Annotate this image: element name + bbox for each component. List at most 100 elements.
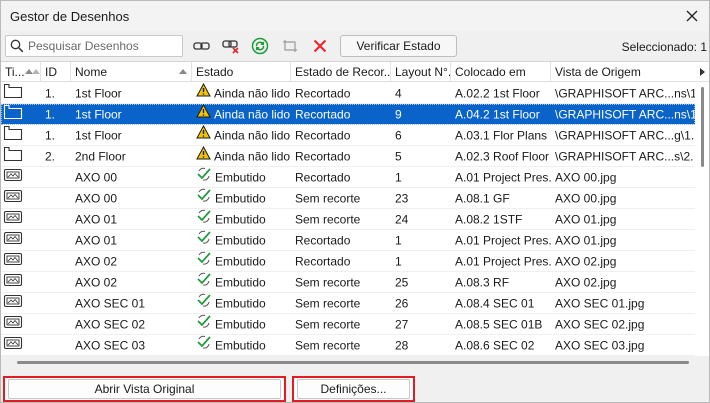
col-header-crop-status[interactable]: Estado de Recor... — [291, 62, 391, 82]
cell-status: Embutido — [192, 293, 291, 314]
col-header-id[interactable]: ID — [41, 62, 71, 82]
cell-id — [41, 335, 71, 356]
cell-name: AXO SEC 02 — [75, 317, 146, 332]
table-row[interactable]: AXO 01 Embutido Recortado 1 A.01 Project Pre… — [1, 230, 695, 251]
cell-layout: 27 — [395, 317, 409, 332]
cell-status: Embutido — [192, 272, 291, 293]
cell-type — [1, 83, 41, 104]
image-file-icon — [3, 335, 23, 356]
cell-source: \GRAPHISOFT ARC...ns\1. 1s — [555, 86, 695, 101]
table-row[interactable]: AXO 00 Embutido Recortado 1 A.01 Project Pre… — [1, 167, 695, 188]
search-input[interactable] — [28, 39, 178, 53]
window-title: Gestor de Desenhos — [10, 9, 130, 24]
cell-id — [41, 209, 71, 230]
cell-layout: 6 — [395, 128, 402, 143]
embedded-check-icon — [196, 251, 212, 272]
horizontal-scrollbar[interactable] — [1, 356, 709, 368]
table-row[interactable]: AXO SEC 03 Embutido Sem recorte 28 A.08.6 SE… — [1, 335, 695, 356]
vertical-scroll-thumb[interactable] — [701, 87, 704, 167]
table-row[interactable]: 1. 1st Floor Ainda não lido Recortado 4 A.02.… — [1, 83, 695, 104]
cell-placed: A.08.6 SEC 02 — [455, 338, 535, 353]
cell-crop: Recortado — [295, 86, 351, 101]
folder-view-icon — [3, 83, 23, 104]
cell-placed: A.02.2 1st Floor — [455, 86, 540, 101]
cell-id — [41, 314, 71, 335]
delete-button[interactable] — [310, 36, 330, 56]
cell-name: 1st Floor — [75, 86, 122, 101]
cell-layout: 28 — [395, 338, 409, 353]
col-header-placed-in[interactable]: Colocado em — [451, 62, 551, 82]
cell-status: Embutido — [192, 251, 291, 272]
close-icon — [686, 10, 698, 22]
cell-source: AXO 00.jpg — [555, 191, 617, 206]
verify-status-button[interactable]: Verificar Estado — [340, 35, 457, 57]
folder-view-icon — [3, 146, 23, 167]
cell-crop: Sem recorte — [295, 296, 361, 311]
cell-placed: A.08.3 RF — [455, 275, 510, 290]
cell-crop: Sem recorte — [295, 275, 361, 290]
unlink-button[interactable] — [221, 36, 241, 56]
cell-type — [1, 230, 41, 251]
table-row[interactable]: 1. 1st Floor Ainda não lido Recortado 9 A.04.… — [1, 104, 695, 125]
cell-type — [1, 293, 41, 314]
cell-crop: Recortado — [295, 128, 351, 143]
cell-id: 1. — [45, 128, 56, 143]
image-file-icon — [3, 167, 23, 188]
refresh-button[interactable] — [250, 36, 270, 56]
cell-type — [1, 104, 41, 125]
embedded-check-icon — [196, 209, 212, 230]
table-row[interactable]: AXO 00 Embutido Sem recorte 23 A.08.1 GF AXO … — [1, 188, 695, 209]
cell-status: Embutido — [192, 335, 291, 356]
cell-id — [41, 293, 71, 314]
vertical-scrollbar[interactable] — [695, 83, 709, 356]
folder-view-icon — [3, 104, 23, 125]
cell-type — [1, 314, 41, 335]
table-row[interactable]: AXO 02 Embutido Recortado 1 A.01 Project Pre… — [1, 251, 695, 272]
table-body: 1. 1st Floor Ainda não lido Recortado 4 A.02.… — [1, 83, 695, 356]
cell-name: AXO 00 — [75, 191, 118, 206]
settings-button[interactable]: Definições... — [292, 376, 415, 402]
cell-id: 2. — [45, 149, 56, 164]
close-button[interactable] — [681, 5, 703, 27]
cell-source: \GRAPHISOFT ARC...s\2. 2nd — [555, 149, 695, 164]
cell-id — [41, 167, 71, 188]
cell-status: Ainda não lido — [192, 83, 291, 104]
cell-id — [41, 230, 71, 251]
warning-icon — [196, 83, 211, 104]
col-header-name[interactable]: Nome — [71, 62, 192, 82]
cell-source: AXO 00.jpg — [555, 170, 617, 185]
embedded-check-icon — [196, 314, 212, 335]
cell-crop: Sem recorte — [295, 317, 361, 332]
cell-status: Ainda não lido — [192, 146, 291, 167]
table-row[interactable]: AXO 02 Embutido Sem recorte 25 A.08.3 RF AXO … — [1, 272, 695, 293]
col-header-layout-no[interactable]: Layout N°. — [391, 62, 451, 82]
cell-status: Embutido — [192, 314, 291, 335]
table-row[interactable]: AXO SEC 01 Embutido Sem recorte 26 A.08.4 SE… — [1, 293, 695, 314]
cell-placed: A.03.1 Flor Plans — [455, 128, 548, 143]
table-row[interactable]: AXO 01 Embutido Sem recorte 24 A.08.2 1STF AX… — [1, 209, 695, 230]
frame-button[interactable] — [280, 36, 300, 56]
search-box[interactable] — [5, 35, 183, 57]
embedded-check-icon — [196, 167, 212, 188]
table-row[interactable]: 2. 2nd Floor Ainda não lido Recortado 5 A.02.… — [1, 146, 695, 167]
image-file-icon — [3, 251, 23, 272]
cell-status: Embutido — [192, 209, 291, 230]
link-button[interactable] — [192, 36, 212, 56]
cell-id: 1. — [45, 107, 56, 122]
col-header-status[interactable]: Estado — [192, 62, 291, 82]
cell-name: AXO 00 — [75, 170, 118, 185]
col-header-source-view[interactable]: Vista de Origem — [551, 62, 695, 82]
table-row[interactable]: 1. 1st Floor Ainda não lido Recortado 6 A.03.… — [1, 125, 695, 146]
cell-crop: Recortado — [295, 254, 351, 269]
cell-placed: A.01 Project Pres... — [455, 170, 551, 185]
cell-source: AXO 02.jpg — [555, 275, 617, 290]
scroll-right-arrow-icon[interactable] — [700, 68, 705, 76]
cell-crop: Recortado — [295, 107, 351, 122]
cell-name: AXO 02 — [75, 254, 118, 269]
selected-count: Seleccionado: 1 — [621, 40, 707, 54]
cell-source: AXO SEC 03.jpg — [555, 338, 645, 353]
horizontal-scroll-thumb[interactable] — [17, 361, 689, 364]
table-row[interactable]: AXO SEC 02 Embutido Sem recorte 27 A.08.5 SE… — [1, 314, 695, 335]
open-original-view-button[interactable]: Abrir Vista Original — [3, 376, 286, 402]
cell-name: AXO SEC 03 — [75, 338, 146, 353]
